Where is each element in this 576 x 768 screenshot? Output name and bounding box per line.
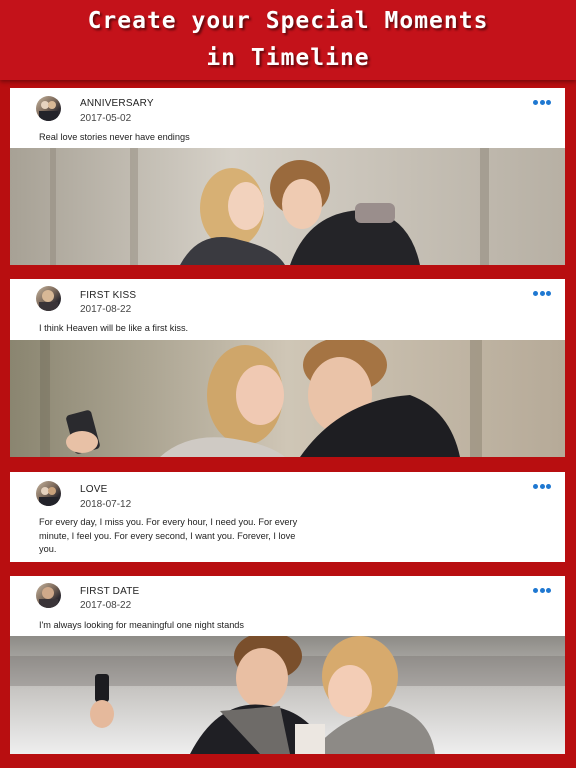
more-options-icon[interactable]: [533, 100, 551, 106]
post-title: LOVE: [80, 484, 108, 495]
post-date: 2017-08-22: [80, 304, 132, 315]
timeline-card[interactable]: FIRST KISS 2017-08-22 I think Heaven wil…: [10, 279, 565, 457]
header-title-line-2: in Timeline: [206, 45, 370, 71]
avatar[interactable]: [36, 286, 61, 311]
post-title: FIRST DATE: [80, 586, 140, 597]
more-options-icon[interactable]: [533, 588, 551, 594]
timeline-card[interactable]: LOVE 2018-07-12 For every day, I miss yo…: [10, 472, 565, 562]
post-photo: [10, 148, 565, 265]
timeline-card[interactable]: FIRST DATE 2017-08-22 I'm always looking…: [10, 576, 565, 754]
post-text: I think Heaven will be like a first kiss…: [39, 323, 189, 333]
post-text: Real love stories never have endings: [39, 132, 190, 142]
post-title: FIRST KISS: [80, 290, 137, 301]
more-options-icon[interactable]: [533, 484, 551, 490]
post-photo: [10, 340, 565, 457]
avatar[interactable]: [36, 583, 61, 608]
post-date: 2017-05-02: [80, 113, 132, 124]
more-options-icon[interactable]: [533, 291, 551, 297]
post-date: 2017-08-22: [80, 600, 132, 611]
app-header: Create your Special Moments in Timeline: [0, 0, 576, 80]
post-photo: [10, 636, 565, 754]
post-text: For every day, I miss you. For every hou…: [39, 517, 298, 554]
post-title: ANNIVERSARY: [80, 98, 154, 109]
avatar[interactable]: [36, 96, 61, 121]
timeline-card[interactable]: ANNIVERSARY 2017-05-02 Real love stories…: [10, 88, 565, 265]
header-title-line-1: Create your Special Moments: [87, 8, 489, 34]
post-text: I'm always looking for meaningful one ni…: [39, 620, 245, 630]
post-date: 2018-07-12: [80, 499, 132, 510]
avatar[interactable]: [36, 481, 61, 506]
